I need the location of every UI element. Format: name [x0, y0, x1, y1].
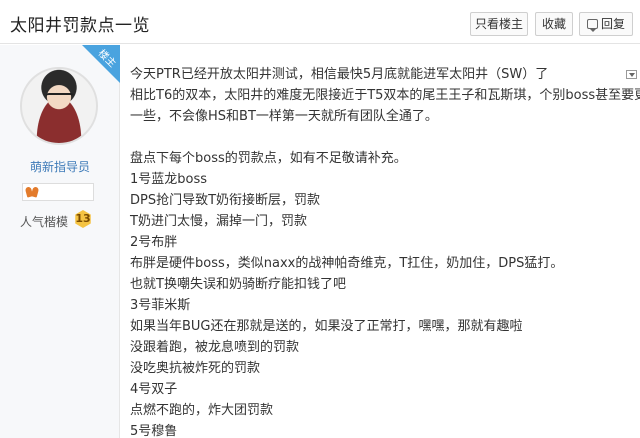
favorite-button[interactable]: 收藏 — [535, 12, 573, 36]
post-line: 2号布胖 — [130, 235, 178, 250]
post-body: 今天PTR已经开放太阳井测试，相信最快5月底就能进军太阳井（SW）了 相比T6的… — [130, 64, 640, 438]
post-header: 太阳井罚款点一览 只看楼主 收藏 回复 — [0, 0, 640, 44]
post-line: 今天PTR已经开放太阳井测试，相信最快5月底就能进军太阳井（SW）了 — [130, 67, 549, 82]
post-line: 没吃奥抗被炸死的罚款 — [130, 361, 261, 376]
user-rank-link[interactable]: 萌新指导员 — [0, 158, 120, 175]
post-line: 1号蓝龙boss — [130, 172, 208, 187]
post-line: T奶进门太慢，漏掉一门，罚款 — [130, 214, 307, 229]
post-line: DPS抢门导致T奶衔接断层，罚款 — [130, 193, 321, 208]
popularity-label: 人气楷模 — [20, 215, 69, 229]
collapse-toggle-icon[interactable] — [626, 70, 637, 79]
reply-label: 回复 — [600, 17, 625, 31]
medal-icon — [26, 187, 38, 197]
post-line: 如果当年BUG还在那就是送的，如果没了正常打，嘿嘿，那就有趣啦 — [130, 319, 523, 334]
post-line: 5号穆鲁 — [130, 424, 178, 438]
post-line: 一些，不会像HS和BT一样第一天就所有团队全通了。 — [130, 109, 438, 124]
post-line: 没跟着跑，被龙息喷到的罚款 — [130, 340, 300, 355]
floor-badge: 楼主 — [82, 45, 120, 83]
reply-button[interactable]: 回复 — [579, 12, 633, 36]
only-author-button[interactable]: 只看楼主 — [470, 12, 528, 36]
post-line: 3号菲米斯 — [130, 298, 191, 313]
post-line: 点燃不跑的，炸大团罚款 — [130, 403, 274, 418]
avatar[interactable] — [20, 67, 98, 145]
post-line: 4号双子 — [130, 382, 178, 397]
post-line: 盘点下每个boss的罚款点，如有不足敬请补充。 — [130, 151, 407, 166]
post-line: 也就T换嘲失误和奶骑断疗能扣钱了吧 — [130, 277, 346, 292]
avatar-glasses — [46, 93, 74, 101]
page-title: 太阳井罚款点一览 — [10, 16, 150, 36]
post-line: 相比T6的双本，太阳井的难度无限接近于T5双本的尾王王子和瓦斯琪，个别boss甚… — [130, 88, 640, 103]
medal-box — [22, 183, 94, 201]
reply-icon — [586, 19, 598, 32]
post-line: 布胖是硬件boss，类似naxx的战神帕奇维克，T扛住，奶加住，DPS猛打。 — [130, 256, 564, 271]
